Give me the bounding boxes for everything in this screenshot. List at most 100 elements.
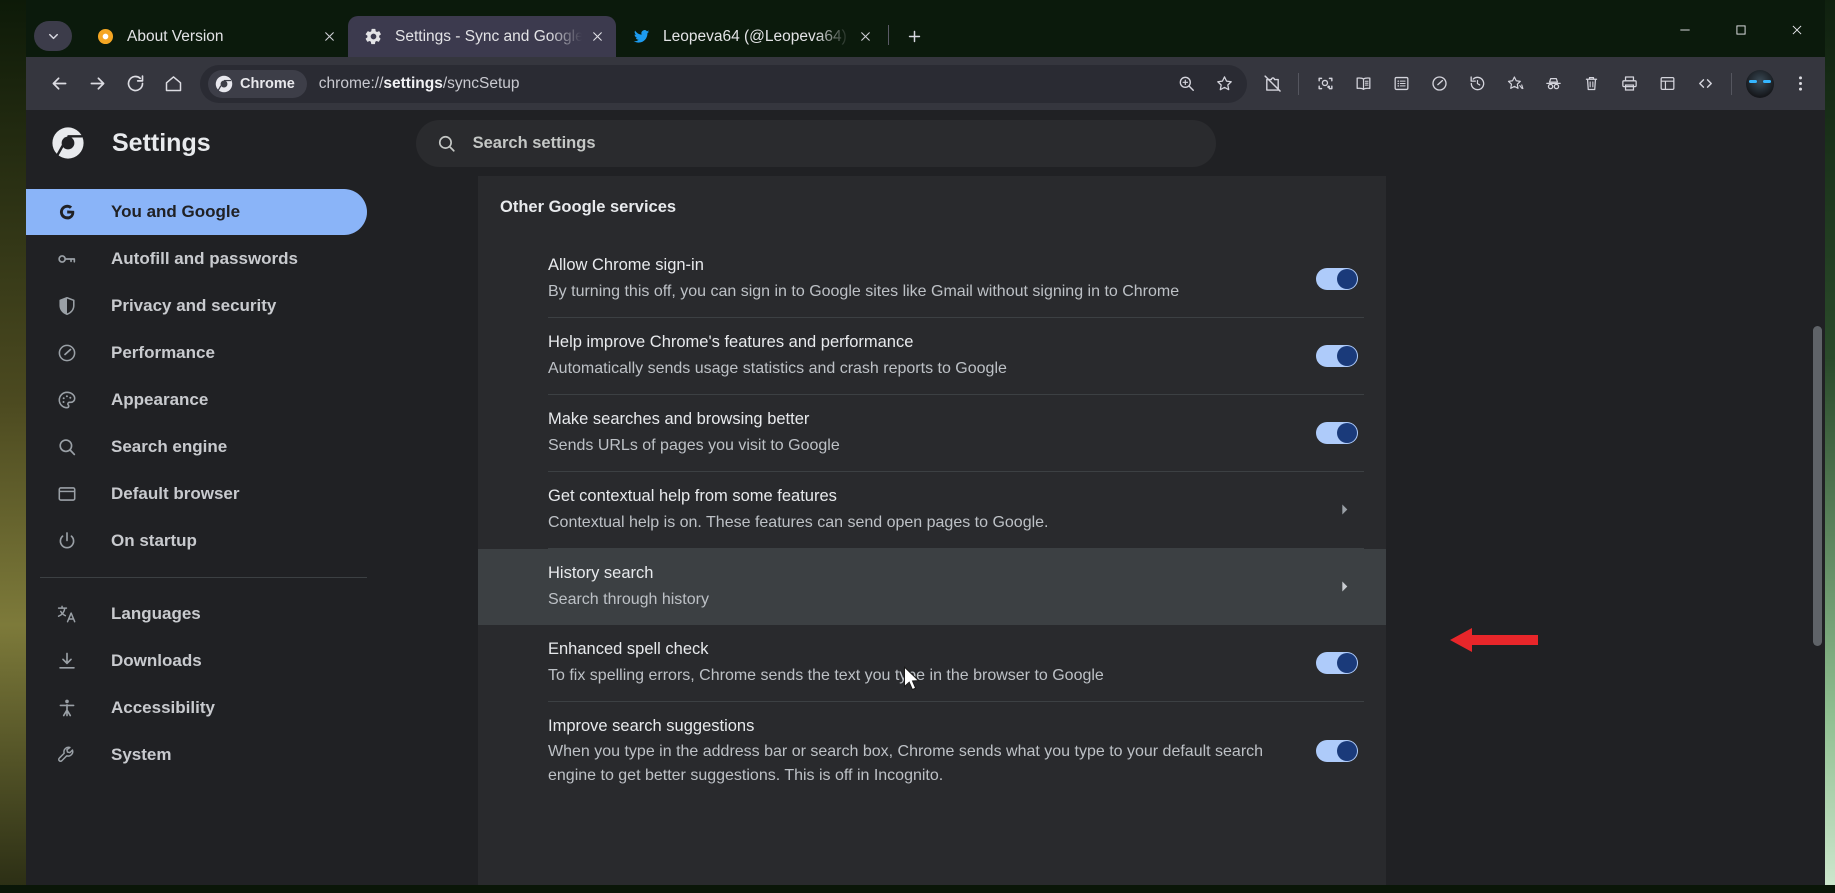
bookmarks-button[interactable] bbox=[1496, 65, 1534, 103]
sidebar-item-you-and-google[interactable]: You and Google bbox=[26, 189, 367, 235]
tab-close-button[interactable] bbox=[852, 24, 878, 50]
row-text: Help improve Chrome's features and perfo… bbox=[548, 331, 1284, 381]
toggle-allow-chrome-signin[interactable] bbox=[1316, 268, 1358, 290]
toggle-improve-search-suggestions[interactable] bbox=[1316, 740, 1358, 762]
sidebar-item-autofill-and-passwords[interactable]: Autofill and passwords bbox=[26, 236, 367, 282]
settings-header: Settings Search settings bbox=[26, 110, 1825, 176]
setting-row-history-search[interactable]: History search Search through history bbox=[478, 549, 1386, 625]
setting-row-help-improve-chrome: Help improve Chrome's features and perfo… bbox=[478, 318, 1386, 394]
reading-mode-button[interactable] bbox=[1344, 65, 1382, 103]
maximize-icon bbox=[1734, 23, 1748, 37]
chevron-right-icon bbox=[1334, 500, 1354, 520]
sidebar-item-on-startup[interactable]: On startup bbox=[26, 518, 367, 564]
toggle-make-searches-better[interactable] bbox=[1316, 422, 1358, 444]
google-lens-button[interactable] bbox=[1306, 65, 1344, 103]
reading-mode-icon bbox=[1354, 74, 1373, 93]
tab-about-version[interactable]: About Version bbox=[80, 16, 348, 57]
reading-list-button[interactable] bbox=[1382, 65, 1420, 103]
page-scrollbar[interactable] bbox=[1810, 176, 1825, 893]
print-button[interactable] bbox=[1610, 65, 1648, 103]
address-bar[interactable]: Chrome chrome://settings/syncSetup bbox=[200, 65, 1247, 103]
toggle-help-improve-chrome[interactable] bbox=[1316, 345, 1358, 367]
close-window-button[interactable] bbox=[1769, 10, 1825, 50]
history-button[interactable] bbox=[1458, 65, 1496, 103]
scrollbar-thumb[interactable] bbox=[1813, 326, 1822, 646]
tab-settings[interactable]: Settings - Sync and Google serv bbox=[348, 16, 616, 57]
shield-icon bbox=[54, 293, 80, 319]
search-settings-placeholder: Search settings bbox=[473, 134, 596, 153]
minimize-button[interactable] bbox=[1657, 10, 1713, 50]
search-settings-input[interactable]: Search settings bbox=[416, 120, 1216, 167]
sidebar-item-label: System bbox=[111, 745, 171, 765]
speedometer-icon bbox=[1430, 74, 1449, 93]
window-controls bbox=[1657, 10, 1825, 57]
bookmark-star-button[interactable] bbox=[1205, 65, 1243, 103]
bookmarks-star-icon bbox=[1506, 74, 1525, 93]
browser-window-icon bbox=[54, 481, 80, 507]
setting-row-contextual-help[interactable]: Get contextual help from some features C… bbox=[478, 472, 1386, 548]
toggle-knob bbox=[1337, 346, 1357, 366]
sidebar-item-languages[interactable]: Languages bbox=[26, 591, 367, 637]
forward-button[interactable] bbox=[78, 65, 116, 103]
sidebar-item-downloads[interactable]: Downloads bbox=[26, 638, 367, 684]
sidebar-item-label: Appearance bbox=[111, 390, 208, 410]
row-text: History search Search through history bbox=[548, 562, 1302, 612]
sidebar-item-label: Performance bbox=[111, 343, 215, 363]
row-title: Improve search suggestions bbox=[548, 715, 1284, 739]
zoom-icon-button[interactable] bbox=[1167, 65, 1205, 103]
chevron-down-icon bbox=[46, 29, 61, 44]
sidebar-item-default-browser[interactable]: Default browser bbox=[26, 471, 367, 517]
extensions-blocked-icon bbox=[1262, 73, 1283, 94]
close-icon bbox=[591, 30, 604, 43]
sidebar-item-system[interactable]: System bbox=[26, 732, 367, 778]
new-tab-button[interactable] bbox=[897, 19, 931, 53]
sidebar-item-search-engine[interactable]: Search engine bbox=[26, 424, 367, 470]
tab-title: About Version bbox=[127, 28, 314, 46]
back-button[interactable] bbox=[40, 65, 78, 103]
tab-twitter-leopeva64[interactable]: Leopeva64 (@Leopeva64) / Twit bbox=[616, 16, 884, 57]
browser-window: About Version Settings - Sync and Google… bbox=[26, 10, 1825, 893]
row-text: Allow Chrome sign-in By turning this off… bbox=[548, 254, 1284, 304]
setting-row-make-searches-better: Make searches and browsing better Sends … bbox=[478, 395, 1386, 471]
bookmark-star-icon bbox=[1215, 74, 1234, 93]
row-description: When you type in the address bar or sear… bbox=[548, 740, 1284, 788]
sidebar-item-accessibility[interactable]: Accessibility bbox=[26, 685, 367, 731]
extensions-blocked-button[interactable] bbox=[1253, 65, 1291, 103]
row-description: Contextual help is on. These features ca… bbox=[548, 511, 1302, 535]
toggle-enhanced-spell-check[interactable] bbox=[1316, 652, 1358, 674]
chrome-menu-button[interactable] bbox=[1781, 65, 1819, 103]
developer-tools-button[interactable] bbox=[1686, 65, 1724, 103]
settings-body: You and Google Autofill and passwords bbox=[26, 176, 1825, 893]
url-text: chrome://settings/syncSetup bbox=[319, 75, 1167, 93]
avatar[interactable] bbox=[1746, 70, 1774, 98]
tab-title: Settings - Sync and Google serv bbox=[395, 28, 582, 46]
sidebar-item-appearance[interactable]: Appearance bbox=[26, 377, 367, 423]
setting-row-allow-chrome-signin: Allow Chrome sign-in By turning this off… bbox=[478, 241, 1386, 317]
sidebar-item-privacy-and-security[interactable]: Privacy and security bbox=[26, 283, 367, 329]
chrome-logo-icon bbox=[36, 126, 100, 160]
sidebar-item-performance[interactable]: Performance bbox=[26, 330, 367, 376]
incognito-button[interactable] bbox=[1534, 65, 1572, 103]
omnibox-actions bbox=[1167, 65, 1243, 103]
sidebar-item-label: Accessibility bbox=[111, 698, 215, 718]
avatar-eye-left bbox=[1749, 80, 1757, 84]
row-title: History search bbox=[548, 562, 1302, 586]
performance-button[interactable] bbox=[1420, 65, 1458, 103]
maximize-button[interactable] bbox=[1713, 10, 1769, 50]
tab-close-button[interactable] bbox=[316, 24, 342, 50]
arrow-right-icon bbox=[87, 73, 108, 94]
history-icon bbox=[1468, 74, 1487, 93]
delete-browsing-data-button[interactable] bbox=[1572, 65, 1610, 103]
sidebar-item-label: Languages bbox=[111, 604, 201, 624]
avatar-eye-right bbox=[1763, 80, 1771, 84]
desktop-backdrop-top bbox=[0, 0, 1835, 10]
home-button[interactable] bbox=[154, 65, 192, 103]
toggle-knob bbox=[1337, 653, 1357, 673]
translate-icon bbox=[54, 601, 80, 627]
reload-button[interactable] bbox=[116, 65, 154, 103]
tab-close-button[interactable] bbox=[584, 24, 610, 50]
row-description: By turning this off, you can sign in to … bbox=[548, 280, 1284, 304]
plus-icon bbox=[906, 28, 923, 45]
side-panel-button[interactable] bbox=[1648, 65, 1686, 103]
tab-search-button[interactable] bbox=[34, 21, 72, 51]
